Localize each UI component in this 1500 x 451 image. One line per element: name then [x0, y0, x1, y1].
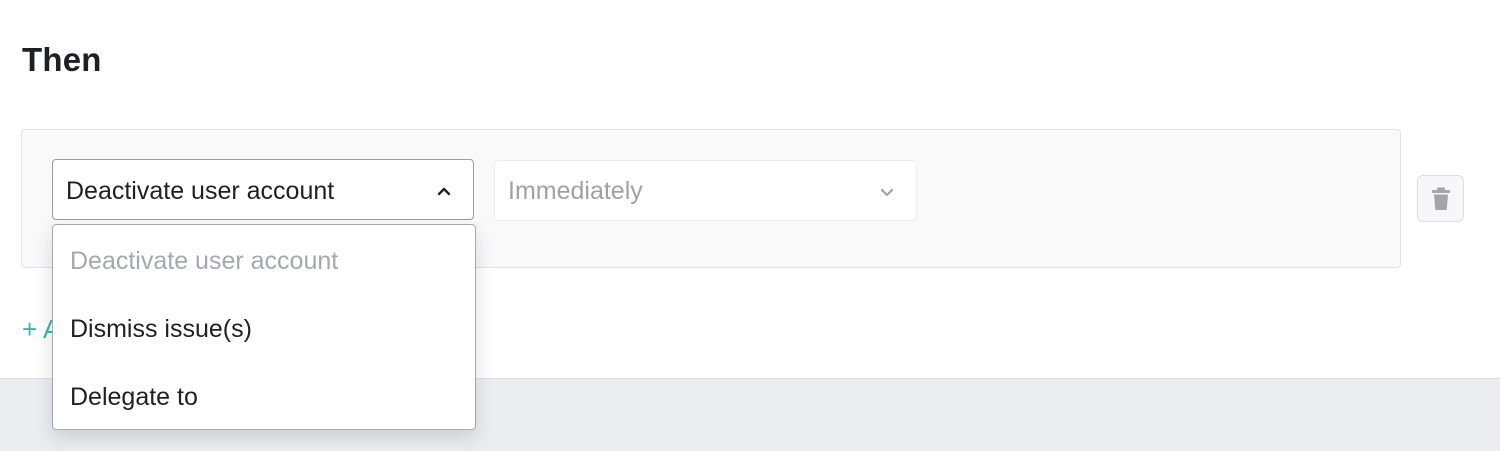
menu-item-delegate-to[interactable]: Delegate to	[53, 363, 475, 429]
chevron-down-icon	[880, 188, 894, 197]
action-type-select[interactable]: Deactivate user account	[52, 159, 474, 220]
section-title: Then	[22, 41, 102, 78]
trash-icon	[1432, 187, 1450, 210]
delete-action-button[interactable]	[1417, 175, 1464, 222]
action-type-dropdown-menu: Deactivate user account Dismiss issue(s)…	[52, 224, 476, 430]
timing-select-value: Immediately	[508, 177, 643, 205]
chevron-up-icon	[437, 187, 451, 196]
timing-select[interactable]: Immediately	[494, 160, 917, 221]
action-type-select-value: Deactivate user account	[66, 177, 335, 205]
menu-item-dismiss-issues[interactable]: Dismiss issue(s)	[53, 295, 475, 363]
menu-item-deactivate-user-account: Deactivate user account	[70, 247, 339, 275]
